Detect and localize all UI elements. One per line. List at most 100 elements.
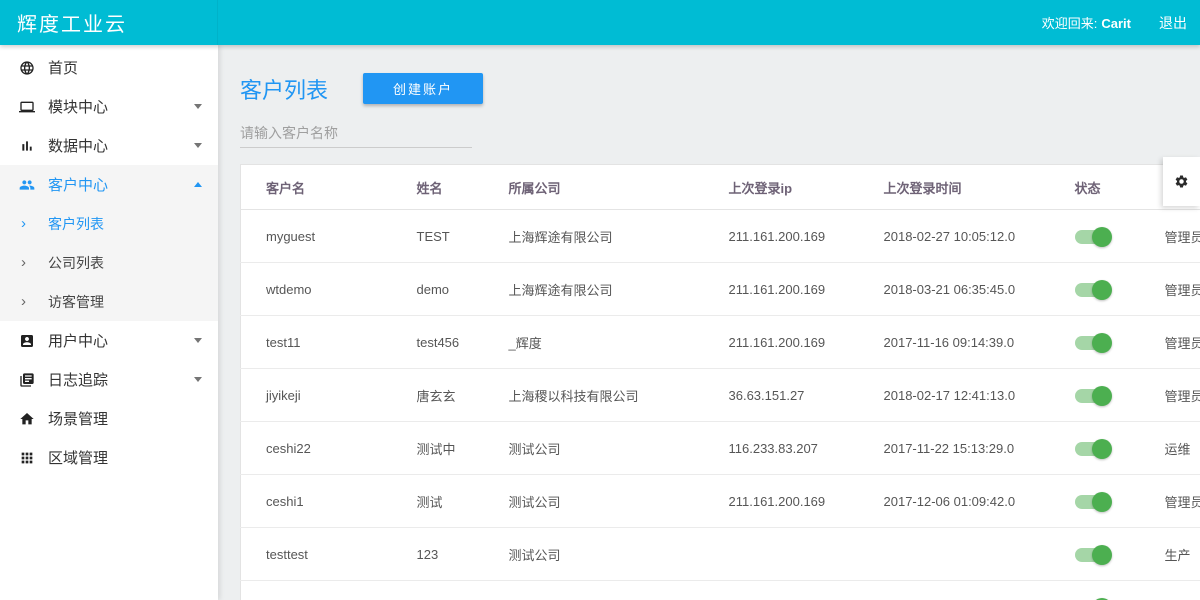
sidebar: 首页模块中心数据中心客户中心 › 客户列表 ›公司列表 › 访客管理用户中心日志追踪场景管… — [0, 45, 218, 600]
table-row: testtest123测试公司生产 — [241, 528, 1200, 581]
chevron-right-icon: › — [21, 294, 34, 309]
table-row: ceshi1测试测试公司211.161.200.1692017-12-06 01… — [241, 475, 1200, 528]
logs-icon — [19, 372, 35, 388]
cell-role: 生产 — [1164, 528, 1200, 581]
column-header: 所属公司 — [508, 165, 728, 210]
welcome-prefix: 欢迎回来: — [1042, 16, 1098, 31]
table-row: ceshi22测试中测试公司116.233.83.2072017-11-22 1… — [241, 422, 1200, 475]
logs-icon — [19, 372, 35, 388]
cell-company — [508, 581, 728, 600]
toggle-knob — [1092, 386, 1112, 406]
contact-card-icon — [19, 333, 35, 349]
table-header-row: 客户名姓名所属公司上次登录ip上次登录时间状态 — [241, 165, 1200, 210]
sidebar-item-data-center[interactable]: 数据中心 — [0, 126, 218, 165]
globe-icon — [19, 60, 35, 76]
sidebar-subitem-company-list[interactable]: ›公司列表 — [0, 243, 218, 282]
cell-company: 测试公司 — [508, 528, 728, 581]
column-settings-button[interactable] — [1163, 157, 1200, 206]
table-row: myguestTEST上海辉途有限公司211.161.200.1692018-0… — [241, 210, 1200, 263]
cell-name — [416, 581, 508, 600]
cell-status — [1074, 422, 1164, 475]
cell-time: 2018-02-17 12:41:13.0 — [883, 369, 1074, 422]
sidebar-item-label: 区域管理 — [48, 447, 108, 468]
sidebar-item-label: 场景管理 — [48, 408, 108, 429]
home-icon — [19, 411, 35, 427]
cell-role: 管理员 — [1164, 263, 1200, 316]
sidebar-item-user-center[interactable]: 用户中心 — [0, 321, 218, 360]
customer-table: 客户名姓名所属公司上次登录ip上次登录时间状态 myguestTEST上海辉途有… — [240, 164, 1200, 600]
cell-status — [1074, 263, 1164, 316]
sidebar-subitem-label: 客户列表 — [48, 214, 104, 234]
sidebar-item-label: 数据中心 — [48, 135, 108, 156]
column-header: 上次登录ip — [728, 165, 883, 210]
sidebar-item-label: 用户中心 — [48, 330, 108, 351]
cell-username: ceshi22 — [241, 422, 416, 475]
cell-username — [241, 581, 416, 600]
cell-username: ceshi1 — [241, 475, 416, 528]
toggle-knob — [1092, 333, 1112, 353]
cell-time: 2017-12-06 01:09:42.0 — [883, 475, 1074, 528]
sidebar-item-region-mgmt[interactable]: 区域管理 — [0, 438, 218, 477]
status-toggle[interactable] — [1075, 283, 1109, 297]
cell-role: 管理员 — [1164, 475, 1200, 528]
cell-name: 123 — [416, 528, 508, 581]
cell-ip: 211.161.200.169 — [728, 263, 883, 316]
chevron-right-icon: › — [21, 216, 34, 231]
cell-role: 管理员 — [1164, 369, 1200, 422]
sidebar-item-scene-mgmt[interactable]: 场景管理 — [0, 399, 218, 438]
cell-name: TEST — [416, 210, 508, 263]
cell-company: 上海辉途有限公司 — [508, 210, 728, 263]
column-header: 姓名 — [416, 165, 508, 210]
create-account-button[interactable]: 创建账户 — [363, 73, 483, 104]
cell-company: 测试公司 — [508, 475, 728, 528]
sidebar-item-label: 日志追踪 — [48, 369, 108, 390]
status-toggle[interactable] — [1075, 336, 1109, 350]
sidebar-subitem-label: 访客管理 — [48, 292, 104, 312]
toggle-knob — [1092, 280, 1112, 300]
cell-name: demo — [416, 263, 508, 316]
people-icon — [19, 177, 35, 193]
sidebar-item-customer-center[interactable]: 客户中心 — [0, 165, 218, 204]
status-toggle[interactable] — [1075, 389, 1109, 403]
page-head: 客户列表 创建账户 — [218, 45, 1200, 104]
sidebar-subitem-customer-list[interactable]: › 客户列表 — [0, 204, 218, 243]
chevron-down-icon — [194, 104, 202, 109]
cell-name: 测试 — [416, 475, 508, 528]
chevron-down-icon — [194, 143, 202, 148]
status-toggle[interactable] — [1075, 442, 1109, 456]
sidebar-item-home[interactable]: 首页 — [0, 48, 218, 87]
laptop-icon — [19, 99, 35, 115]
cell-company: 测试公司 — [508, 422, 728, 475]
page-title: 客户列表 — [240, 73, 328, 105]
column-header: 上次登录时间 — [883, 165, 1074, 210]
sidebar-subitem-visitor-mgmt[interactable]: › 访客管理 — [0, 282, 218, 321]
sidebar-subitem-label: 公司列表 — [48, 253, 104, 273]
cell-ip: 211.161.200.169 — [728, 210, 883, 263]
cell-time — [883, 528, 1074, 581]
cell-ip — [728, 528, 883, 581]
sidebar-item-module-center[interactable]: 模块中心 — [0, 87, 218, 126]
cell-name: 唐玄玄 — [416, 369, 508, 422]
gear-icon — [1174, 174, 1189, 189]
people-icon — [19, 177, 35, 193]
cell-username: myguest — [241, 210, 416, 263]
status-toggle[interactable] — [1075, 548, 1109, 562]
status-toggle[interactable] — [1075, 230, 1109, 244]
cell-ip: 211.161.200.169 — [728, 316, 883, 369]
welcome-text: 欢迎回来:Carit — [1042, 13, 1131, 32]
cell-status — [1074, 528, 1164, 581]
logout-button[interactable]: 退出 — [1159, 13, 1187, 33]
cell-time: 2018-02-27 10:05:12.0 — [883, 210, 1074, 263]
customer-search-input[interactable] — [240, 122, 472, 148]
column-header: 状态 — [1074, 165, 1164, 210]
sidebar-item-label: 客户中心 — [48, 174, 108, 195]
toggle-knob — [1092, 227, 1112, 247]
bar-chart-icon — [19, 138, 35, 154]
table-row — [241, 581, 1200, 600]
status-toggle[interactable] — [1075, 495, 1109, 509]
sidebar-item-log-tracking[interactable]: 日志追踪 — [0, 360, 218, 399]
cell-company: 上海稷以科技有限公司 — [508, 369, 728, 422]
app-header: 辉度工业云 欢迎回来:Carit 退出 — [0, 0, 1200, 45]
cell-status — [1074, 369, 1164, 422]
cell-status — [1074, 581, 1164, 600]
